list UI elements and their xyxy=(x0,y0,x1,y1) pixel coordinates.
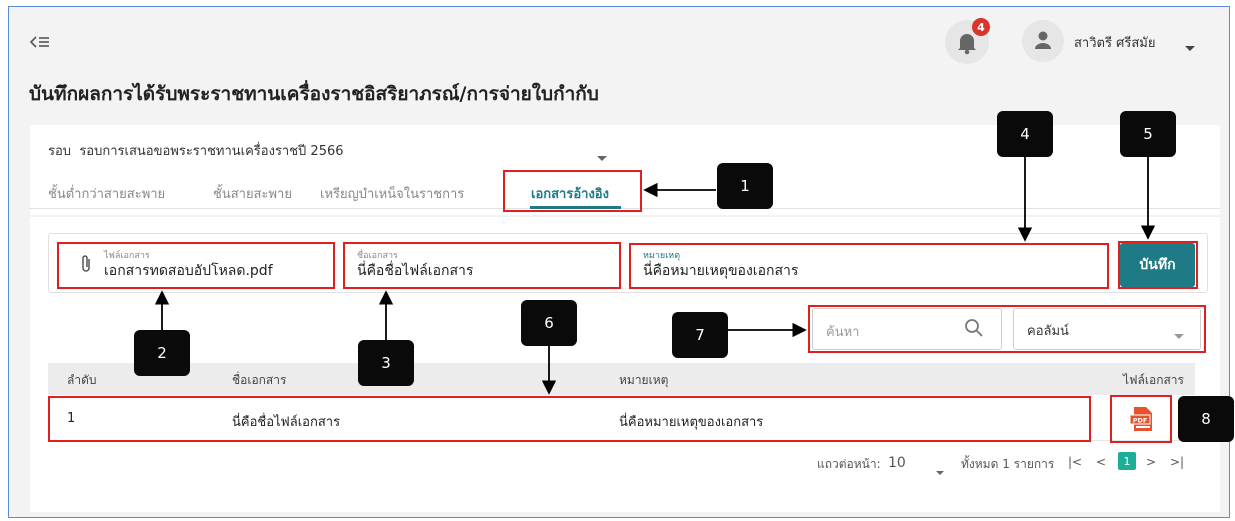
callout-arrows xyxy=(154,157,1156,395)
